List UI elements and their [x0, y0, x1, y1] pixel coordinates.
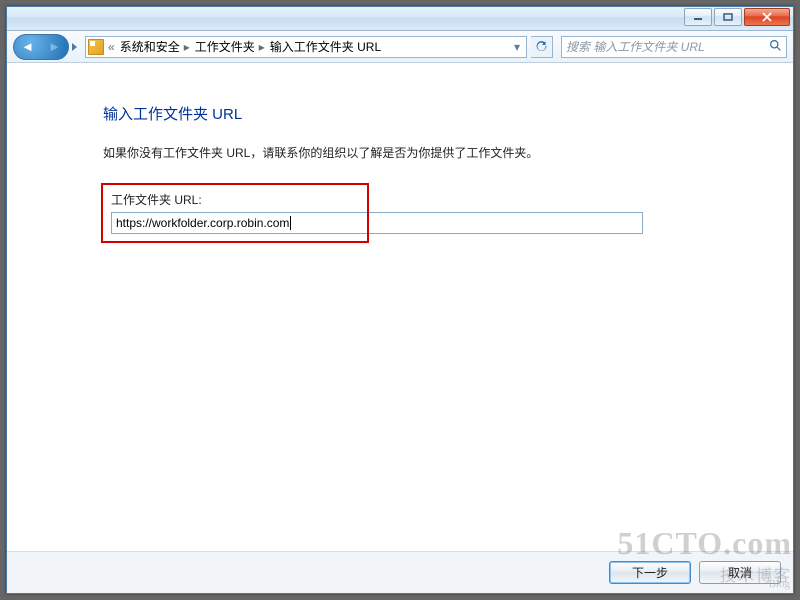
minimize-button[interactable]: [684, 8, 712, 26]
cancel-button[interactable]: 取消: [699, 561, 781, 584]
url-field-input[interactable]: https://workfolder.corp.robin.com: [111, 212, 643, 234]
page-title: 输入工作文件夹 URL: [103, 103, 697, 124]
breadcrumb-item[interactable]: 输入工作文件夹 URL: [270, 38, 381, 55]
next-button[interactable]: 下一步: [609, 561, 691, 584]
wizard-footer: 下一步 取消: [7, 551, 793, 593]
folder-icon: [88, 39, 104, 55]
breadcrumb-item[interactable]: 系统和安全▸: [120, 38, 194, 55]
text-caret: [290, 216, 291, 230]
navigation-bar: ◄ ► « 系统和安全▸ 工作文件夹▸ 输入工作文件夹 URL ▾ 搜索 输入工…: [7, 31, 793, 63]
maximize-button[interactable]: [714, 8, 742, 26]
wizard-content: 输入工作文件夹 URL 如果你没有工作文件夹 URL，请联系你的组织以了解是否为…: [7, 63, 793, 551]
explorer-window: ◄ ► « 系统和安全▸ 工作文件夹▸ 输入工作文件夹 URL ▾ 搜索 输入工…: [6, 6, 794, 594]
breadcrumb-item[interactable]: 工作文件夹▸: [195, 38, 269, 55]
window-titlebar[interactable]: [7, 7, 793, 31]
desktop-backdrop: ◄ ► « 系统和安全▸ 工作文件夹▸ 输入工作文件夹 URL ▾ 搜索 输入工…: [0, 0, 800, 600]
close-button[interactable]: [744, 8, 790, 26]
address-bar[interactable]: « 系统和安全▸ 工作文件夹▸ 输入工作文件夹 URL ▾: [85, 36, 527, 58]
page-description: 如果你没有工作文件夹 URL，请联系你的组织以了解是否为你提供了工作文件夹。: [103, 144, 697, 161]
url-field-group: 工作文件夹 URL: https://workfolder.corp.robin…: [103, 185, 697, 242]
search-input[interactable]: 搜索 输入工作文件夹 URL: [561, 36, 787, 58]
search-icon[interactable]: [769, 39, 782, 55]
breadcrumb[interactable]: « 系统和安全▸ 工作文件夹▸ 输入工作文件夹 URL: [106, 38, 381, 55]
search-placeholder: 搜索 输入工作文件夹 URL: [566, 38, 769, 55]
address-dropdown-icon[interactable]: ▾: [510, 40, 524, 54]
back-arrow-icon[interactable]: ◄: [21, 40, 34, 53]
url-field-value: https://workfolder.corp.robin.com: [116, 216, 289, 230]
nav-back-forward[interactable]: ◄ ►: [13, 34, 69, 60]
refresh-button[interactable]: [531, 36, 553, 58]
url-field-label: 工作文件夹 URL:: [111, 191, 689, 208]
forward-arrow-icon[interactable]: ►: [48, 40, 61, 53]
